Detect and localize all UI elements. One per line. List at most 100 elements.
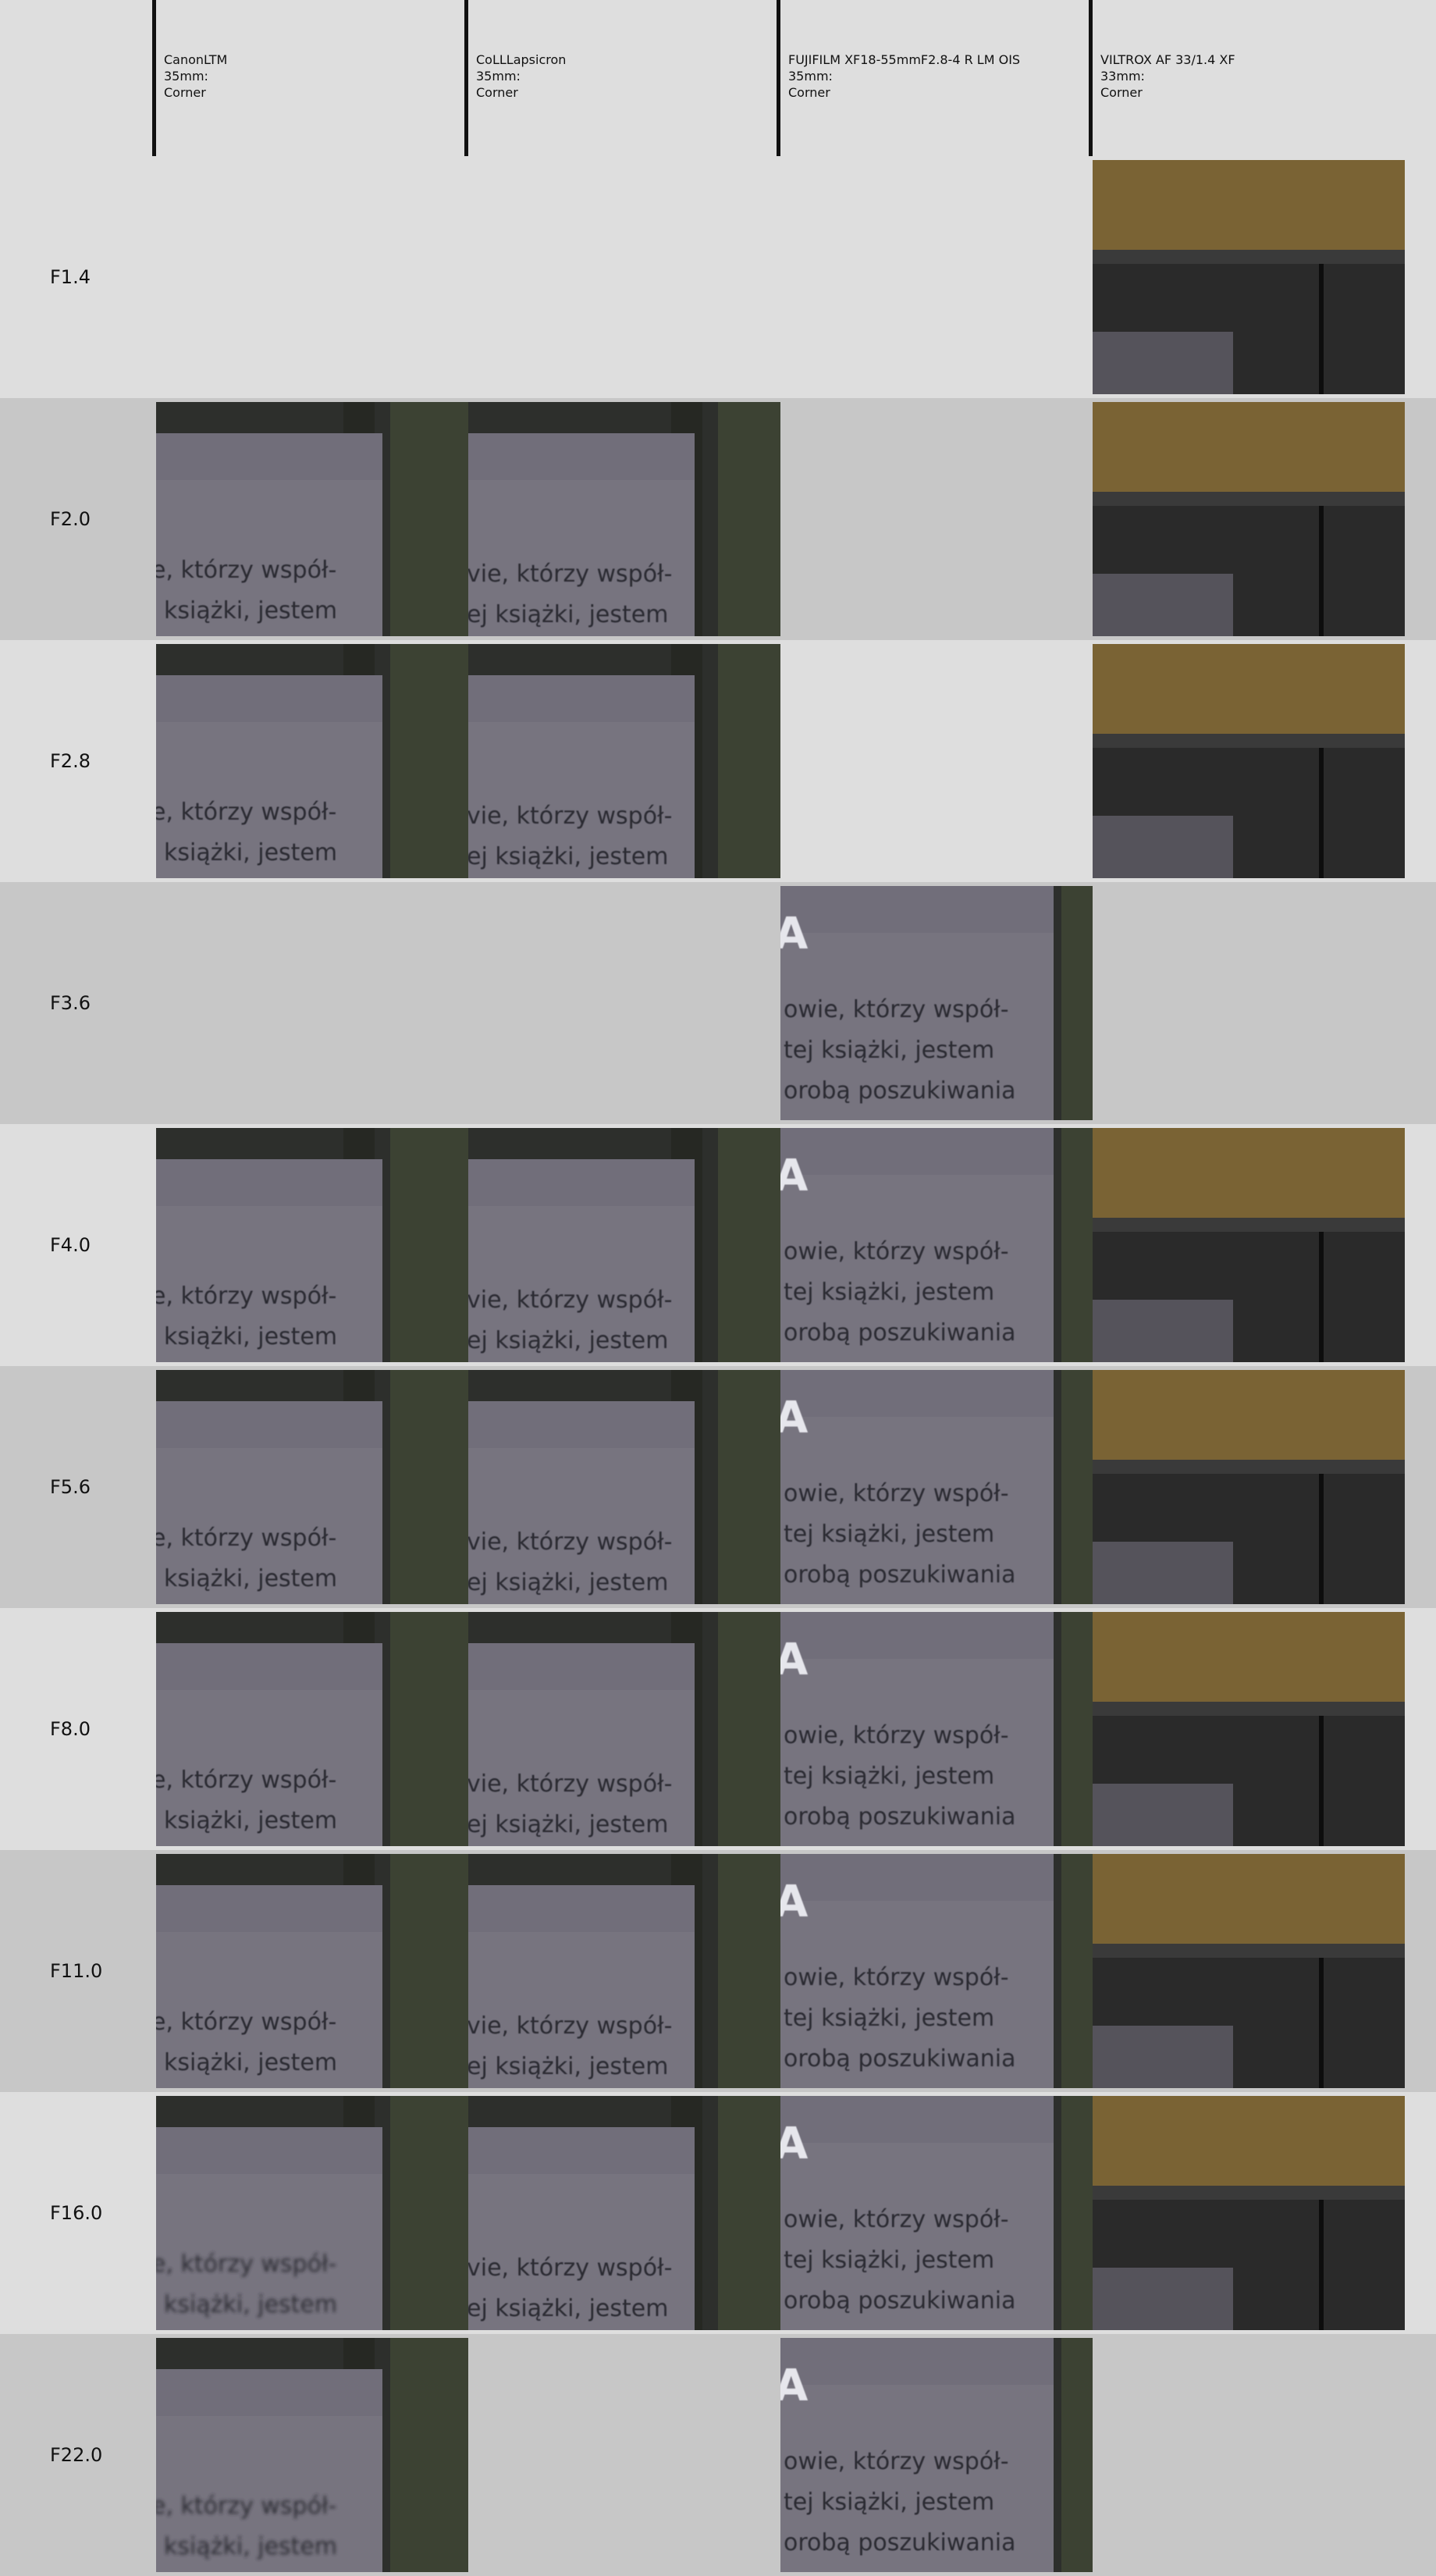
crop-fuji: Aowie, którzy współ-tej książki, jestem o… xyxy=(780,1128,1093,1362)
crop-canon: e, którzy współ-książki, jestem xyxy=(156,1128,468,1362)
crop-viltrox xyxy=(1093,1612,1405,1846)
crop-text: e, którzy współ- xyxy=(156,1767,336,1794)
aperture-row: F5.6 e, którzy współ-książki, jestem vie, … xyxy=(0,1366,1436,1608)
aperture-label: F3.6 xyxy=(50,992,91,1014)
paper-shade xyxy=(780,1370,1054,1417)
lens-position: Corner xyxy=(788,85,830,100)
paper-corner xyxy=(1093,816,1233,878)
aperture-label: F2.8 xyxy=(50,750,91,772)
crop-fuji: Aowie, którzy współ-tej książki, jestem o… xyxy=(780,2096,1093,2330)
crop-image xyxy=(1093,402,1405,636)
paper-shade xyxy=(780,1612,1054,1659)
crop-coll: vie, którzy współ-ej książki, jestem xyxy=(468,402,780,636)
paper-corner xyxy=(1093,574,1233,636)
crop-text: tej książki, jestem xyxy=(784,2005,994,2032)
crop-coll: vie, którzy współ-ej książki, jestem xyxy=(468,1612,780,1846)
crop-image: Aowie, którzy współ-tej książki, jestem o… xyxy=(780,1854,1093,2088)
foliage-strip xyxy=(718,1612,780,1846)
wood-band xyxy=(1093,160,1405,250)
paper-shade xyxy=(468,1643,695,1690)
frame-edge xyxy=(1093,1702,1405,1716)
crop-image: Aowie, którzy współ-tej książki, jestem o… xyxy=(780,2338,1093,2572)
crop-text: tej książki, jestem xyxy=(784,1763,994,1790)
crop-text: A xyxy=(780,1635,809,1685)
crop-viltrox xyxy=(1093,1128,1405,1362)
crop-text: A xyxy=(780,1151,809,1201)
foliage-strip xyxy=(390,2096,468,2330)
crop-coll: vie, którzy współ-ej książki, jestem xyxy=(468,644,780,878)
frame-edge xyxy=(1093,1218,1405,1232)
aperture-row: F2.8 e, którzy współ-książki, jestem vie, … xyxy=(0,640,1436,882)
crop-canon: e, którzy współ-książki, jestem xyxy=(156,1612,468,1846)
crop-image: e, którzy współ-książki, jestem xyxy=(156,644,468,878)
paper-shade xyxy=(468,1159,695,1206)
crop-image: e, którzy współ-książki, jestem xyxy=(156,2096,468,2330)
crop-image: e, którzy współ-książki, jestem xyxy=(156,2338,468,2572)
crop-image: Aowie, którzy współ-tej książki, jestem o… xyxy=(780,2096,1093,2330)
paper-shade xyxy=(156,2369,382,2416)
frame-edge xyxy=(1093,250,1405,264)
frame-edge xyxy=(1093,492,1405,506)
window-bar xyxy=(1319,1958,1324,2088)
crop-text: owie, którzy współ- xyxy=(784,996,1009,1023)
crop-canon: e, którzy współ-książki, jestem xyxy=(156,402,468,636)
crop-text: tej książki, jestem xyxy=(784,2247,994,2274)
crop-text: e, którzy współ- xyxy=(156,2250,336,2278)
aperture-row: F4.0 e, którzy współ-książki, jestem vie, … xyxy=(0,1124,1436,1366)
wood-band xyxy=(1093,1128,1405,1218)
aperture-label: F4.0 xyxy=(50,1234,91,1256)
crop-image xyxy=(1093,1854,1405,2088)
lens-focal: 33mm: xyxy=(1100,69,1145,84)
paper-shade xyxy=(156,1643,382,1690)
crop-text: ej książki, jestem xyxy=(468,601,668,628)
foliage-strip xyxy=(390,1370,468,1604)
aperture-label: F8.0 xyxy=(50,1718,91,1740)
lens-focal: 35mm: xyxy=(788,69,833,84)
foliage-strip xyxy=(1061,1854,1093,2088)
crop-text: tej książki, jestem xyxy=(784,1521,994,1548)
crop-viltrox xyxy=(1093,2096,1405,2330)
aperture-row: F11.0 e, którzy współ-książki, jestem vie,… xyxy=(0,1850,1436,2092)
crop-viltrox xyxy=(1093,644,1405,878)
crop-text: owie, którzy współ- xyxy=(784,1238,1009,1265)
crop-text: vie, którzy współ- xyxy=(468,2254,672,2282)
paper-shade xyxy=(780,886,1054,933)
foliage-strip xyxy=(1061,1370,1093,1604)
foliage-strip xyxy=(1061,2338,1093,2572)
crop-image xyxy=(1093,644,1405,878)
crop-text: książki, jestem xyxy=(164,597,337,624)
aperture-label: F1.4 xyxy=(50,266,91,288)
paper-corner xyxy=(1093,1784,1233,1846)
paper-corner xyxy=(1093,2026,1233,2088)
lens-name: FUJIFILM XF18-55mmF2.8-4 R LM OIS xyxy=(788,52,1021,67)
lens-name: CanonLTM xyxy=(164,52,228,67)
foliage-strip xyxy=(718,644,780,878)
crop-canon: e, którzy współ-książki, jestem xyxy=(156,2096,468,2330)
crop-image: vie, którzy współ-ej książki, jestem xyxy=(468,2096,780,2330)
aperture-row: F22.0 e, którzy współ-książki, jestem Aowi… xyxy=(0,2334,1436,2576)
crop-text: ej książki, jestem xyxy=(468,1327,668,1354)
paper-corner xyxy=(1093,332,1233,394)
paper-shade xyxy=(468,433,695,480)
crop-image: e, którzy współ-książki, jestem xyxy=(156,1370,468,1604)
paper-shade xyxy=(156,1401,382,1448)
foliage-strip xyxy=(390,402,468,636)
crop-text: vie, którzy współ- xyxy=(468,1770,672,1798)
aperture-row: F1.4 xyxy=(0,156,1436,398)
crop-coll: vie, którzy współ-ej książki, jestem xyxy=(468,1854,780,2088)
crop-coll: vie, którzy współ-ej książki, jestem xyxy=(468,1370,780,1604)
crop-text: książki, jestem xyxy=(164,2291,337,2318)
aperture-label: F5.6 xyxy=(50,1476,91,1498)
lens-comparison-grid: CanonLTM 35mm: Corner CoLLLapsicron 35mm… xyxy=(0,0,1436,2576)
crop-text: orobą poszukiwania xyxy=(784,1803,1016,1831)
aperture-row: F2.0 e, którzy współ-książki, jestem vie, … xyxy=(0,398,1436,640)
aperture-label: F2.0 xyxy=(50,508,91,530)
crop-text: vie, którzy współ- xyxy=(468,1286,672,1314)
crop-text: tej książki, jestem xyxy=(784,2489,994,2516)
lens-position: Corner xyxy=(1100,85,1143,100)
wood-band xyxy=(1093,1854,1405,1944)
crop-text: orobą poszukiwania xyxy=(784,1077,1016,1105)
frame-edge xyxy=(1093,1944,1405,1958)
paper-shade xyxy=(156,1885,382,1932)
window-bar xyxy=(1319,1474,1324,1604)
